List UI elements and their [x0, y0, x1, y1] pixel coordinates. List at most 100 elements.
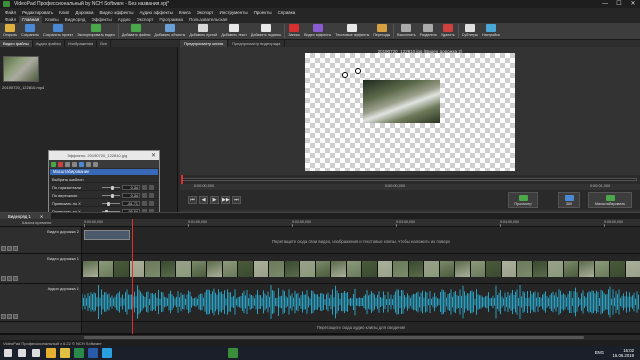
video-clip-frame[interactable]	[392, 261, 408, 277]
keyframe-button[interactable]	[142, 193, 147, 198]
video-clip-frame[interactable]	[144, 261, 160, 277]
explorer-icon[interactable]	[60, 348, 70, 358]
toolbar-button[interactable]: Добавить файлы	[120, 23, 153, 40]
video-clip-frame[interactable]	[547, 261, 563, 277]
word-icon[interactable]	[88, 348, 98, 358]
skip-start-icon[interactable]: ⏮	[188, 196, 197, 204]
param-menu-button[interactable]	[149, 193, 154, 198]
video-clip-frame[interactable]	[500, 261, 516, 277]
taskview-icon[interactable]	[32, 349, 40, 357]
timeline-playhead[interactable]	[132, 219, 133, 334]
video-clip-frame[interactable]	[454, 261, 470, 277]
remove-effect-icon[interactable]	[58, 161, 63, 167]
video-clip-frame[interactable]	[330, 261, 346, 277]
param-value-field[interactable]: 0.34	[122, 184, 140, 190]
video-clip-frame[interactable]	[159, 261, 175, 277]
menu-item[interactable]: Проекты	[251, 10, 275, 15]
ribbon-tab[interactable]: Эффекты	[88, 16, 114, 23]
effects-dialog-close-icon[interactable]: ✕	[151, 152, 156, 159]
param-value-field[interactable]: 0.34	[122, 192, 140, 198]
video-clip-frame[interactable]	[531, 261, 547, 277]
video-clip-frame[interactable]	[175, 261, 191, 277]
toolbar-button[interactable]: Добавить подпись	[249, 23, 283, 40]
toolbar-button[interactable]: Добавить текст	[219, 23, 249, 40]
video-clip-frame[interactable]	[438, 261, 454, 277]
anchor-handle[interactable]	[342, 72, 348, 78]
transform-handle[interactable]	[355, 68, 361, 74]
solo-icon[interactable]	[13, 246, 18, 251]
track-lane-audio-drop[interactable]: Перетащите сюда аудио клипы для сведения	[82, 322, 640, 334]
video-clip-frame[interactable]	[97, 261, 113, 277]
scrollbar-thumb[interactable]	[84, 336, 584, 339]
toolbar-button[interactable]: Открыть	[1, 23, 19, 40]
video-clip-frame[interactable]	[268, 261, 284, 277]
keyframe-button[interactable]	[142, 185, 147, 190]
video-clip-frame[interactable]	[469, 261, 485, 277]
timeline-ruler[interactable]: Шкала времени 0:00:00,000 0:01:00,000 0:02…	[0, 219, 640, 227]
move-up-icon[interactable]	[65, 161, 70, 167]
windows-start-icon[interactable]	[4, 349, 12, 357]
param-slider-knob[interactable]	[110, 193, 114, 198]
skip-end-icon[interactable]: ⏭	[232, 196, 241, 204]
speaker-icon[interactable]	[1, 314, 6, 319]
effect-param-row[interactable]: Привязать по X -61.71	[50, 200, 158, 207]
keyframe-button[interactable]	[142, 201, 147, 206]
ribbon-tab[interactable]: Аудио	[115, 16, 134, 23]
step-back-icon[interactable]: ◀	[199, 196, 208, 204]
param-value-field[interactable]: -61.71	[122, 200, 140, 206]
preview-tab[interactable]: Предпросмотр видеоряда	[228, 40, 286, 47]
video-clip-frame[interactable]	[82, 261, 98, 277]
param-slider-knob[interactable]	[106, 201, 110, 206]
keyframe-icon[interactable]	[79, 161, 84, 167]
preview-action-button[interactable]: 360	[558, 192, 580, 208]
toolbar-button[interactable]: Разделить	[418, 23, 439, 40]
track-lane-video-1[interactable]	[82, 254, 640, 284]
preview-action-button[interactable]: Масштабировать	[588, 192, 632, 208]
eye-icon[interactable]	[1, 246, 6, 251]
toolbar-button[interactable]: Удалить	[439, 23, 457, 40]
media-file-thumbnail[interactable]	[3, 56, 39, 82]
lock-icon[interactable]	[7, 314, 12, 319]
preview-action-button[interactable]: Просмотр	[508, 192, 538, 208]
param-slider-track[interactable]	[102, 203, 120, 204]
effect-param-row[interactable]: По вертикали 0.34	[50, 192, 158, 199]
toolbar-button[interactable]: Настройки	[480, 23, 502, 40]
file-tab[interactable]: Изображения	[65, 40, 98, 47]
toolbar-button[interactable]: Переходы	[371, 23, 392, 40]
lock-icon[interactable]	[7, 276, 12, 281]
param-slider-knob[interactable]	[110, 185, 114, 190]
menu-item[interactable]: Аудио эффекты	[136, 10, 175, 15]
reset-icon[interactable]	[86, 161, 91, 167]
video-clip-frame[interactable]	[252, 261, 268, 277]
search-icon[interactable]	[18, 349, 26, 357]
video-clip-frame[interactable]	[423, 261, 439, 277]
menu-item[interactable]: Дорожка	[72, 10, 96, 15]
file-tab[interactable]: Аудио файлы	[33, 40, 66, 47]
solo-icon[interactable]	[13, 276, 18, 281]
video-clip-frame[interactable]	[624, 261, 640, 277]
preview-tab[interactable]: Предпросмотр клипа	[180, 40, 228, 47]
solo-icon[interactable]	[13, 314, 18, 319]
toolbar-button[interactable]: Запись	[286, 23, 302, 40]
menu-item[interactable]: Справка	[275, 10, 299, 15]
videopad-icon[interactable]	[228, 348, 238, 358]
move-down-icon[interactable]	[72, 161, 77, 167]
help-icon[interactable]	[93, 161, 98, 167]
param-menu-button[interactable]	[149, 201, 154, 206]
toolbar-button[interactable]: Сохранить проект	[41, 23, 75, 40]
video-clip-frame[interactable]	[221, 261, 237, 277]
close-icon[interactable]: ✕	[626, 0, 640, 8]
effect-param-row[interactable]: По горизонтали 0.34	[50, 184, 158, 191]
ribbon-tab[interactable]: Файл	[2, 16, 19, 23]
video-clip-frame[interactable]	[376, 261, 392, 277]
menu-item[interactable]: Редактировать	[19, 10, 56, 15]
skype-icon[interactable]	[102, 348, 112, 358]
menu-item[interactable]: Видео эффекты	[97, 10, 137, 15]
video-clip-frame[interactable]	[113, 261, 129, 277]
video-clip-frame[interactable]	[299, 261, 315, 277]
overlay-image[interactable]	[363, 80, 440, 123]
toolbar-button[interactable]: Добавить объекты	[152, 23, 187, 40]
video-clip-frame[interactable]	[237, 261, 253, 277]
ribbon-tab[interactable]: Пользовательская	[186, 16, 230, 23]
ribbon-tab[interactable]: Главная	[19, 16, 43, 23]
